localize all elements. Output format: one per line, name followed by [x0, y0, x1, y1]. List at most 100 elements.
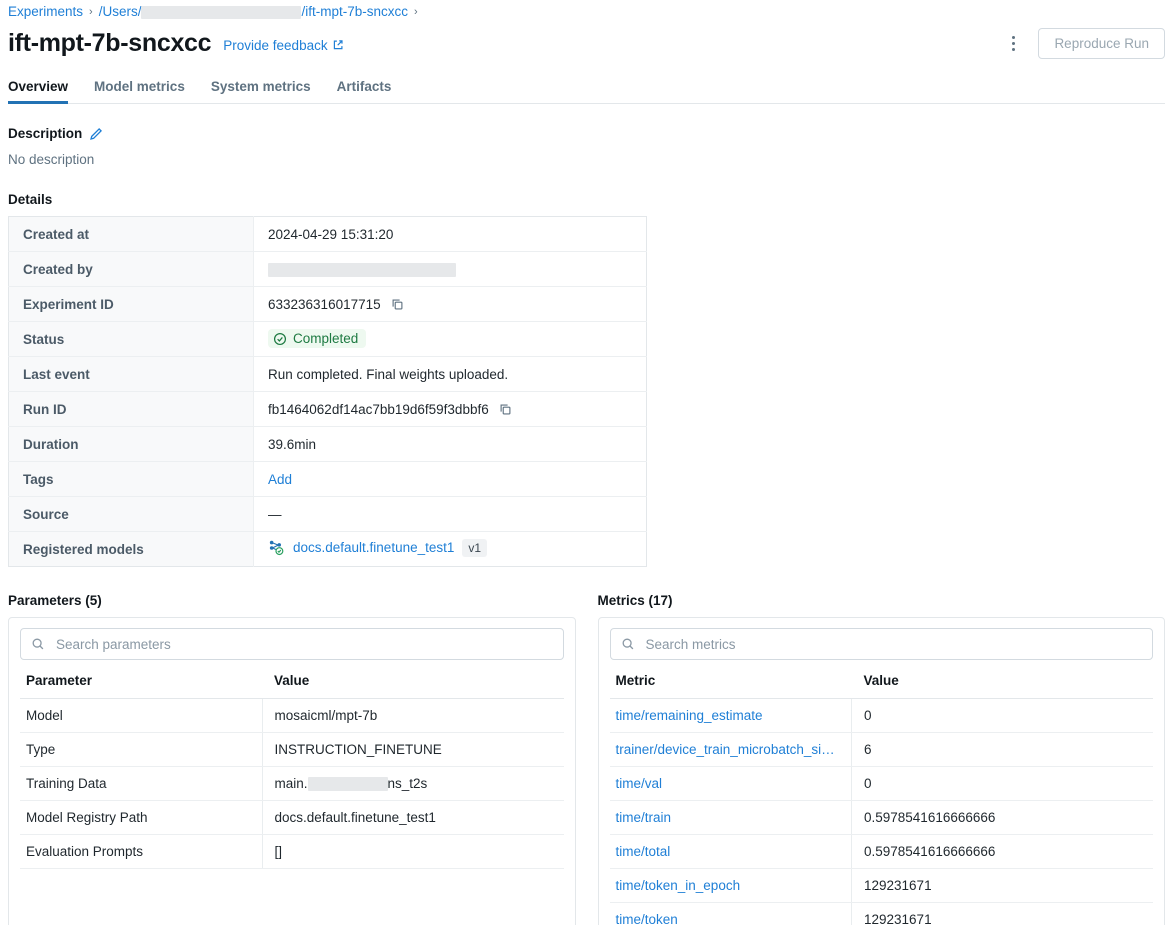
breadcrumb-separator-icon: › [89, 2, 93, 22]
breadcrumb: Experiments › /Users/ /ift-mpt-7b-sncxcc… [8, 0, 1165, 20]
breadcrumb-users-prefix: /Users/ [99, 2, 142, 22]
details-key-status: Status [9, 322, 254, 357]
metric-value: 0.5978541616666666 [852, 801, 1154, 835]
metric-name[interactable]: time/val [616, 776, 663, 791]
metric-value: 129231671 [852, 869, 1154, 903]
parameter-name: Training Data [20, 767, 262, 801]
redacted-user-bar [268, 263, 456, 277]
metrics-header-row: Metric Value [610, 663, 1154, 699]
details-key-duration: Duration [9, 427, 254, 462]
breadcrumb-redacted-user [141, 6, 301, 19]
parameters-table: Parameter Value Model mosaicml/mpt-7b Ty… [20, 663, 564, 869]
details-value-created-by [254, 252, 647, 287]
parameter-name: Model Registry Path [20, 801, 262, 835]
tab-bar: Overview Model metrics System metrics Ar… [8, 74, 1165, 104]
provide-feedback-link[interactable]: Provide feedback [223, 38, 343, 53]
metrics-card: Metric Value time/remaining_estimate 0 t… [598, 617, 1166, 925]
details-value-last-event: Run completed. Final weights uploaded. [254, 357, 647, 392]
model-version-chip: v1 [462, 539, 487, 557]
tab-overview[interactable]: Overview [8, 79, 68, 104]
search-icon [621, 637, 635, 651]
parameter-value: main.ns_t2s [262, 767, 564, 801]
metrics-col-metric: Metric [610, 663, 852, 699]
metric-value: 0 [852, 767, 1154, 801]
details-value-experiment-id: 633236316017715 [254, 287, 647, 322]
table-row: Created at 2024-04-29 15:31:20 [9, 217, 647, 252]
tab-model-metrics[interactable]: Model metrics [94, 79, 185, 104]
metric-name[interactable]: time/total [616, 844, 671, 859]
breadcrumb-path-suffix: /ift-mpt-7b-sncxcc [301, 2, 408, 22]
details-value-duration: 39.6min [254, 427, 647, 462]
metric-name[interactable]: trainer/device_train_microbatch_si… [616, 742, 835, 757]
metric-name[interactable]: time/token [616, 912, 678, 925]
table-row: time/remaining_estimate 0 [610, 699, 1154, 733]
training-data-prefix: main. [275, 776, 308, 791]
parameter-value: docs.default.finetune_test1 [262, 801, 564, 835]
table-row: Status Completed [9, 322, 647, 357]
parameter-value: [] [262, 835, 564, 869]
table-row: Model Registry Path docs.default.finetun… [20, 801, 564, 835]
tab-system-metrics[interactable]: System metrics [211, 79, 311, 104]
metric-name[interactable]: time/token_in_epoch [616, 878, 741, 893]
search-metrics-input[interactable] [644, 636, 1143, 653]
description-heading: Description [8, 126, 82, 141]
metrics-col-value: Value [852, 663, 1154, 699]
metrics-table: Metric Value time/remaining_estimate 0 t… [610, 663, 1154, 925]
table-row: time/total 0.5978541616666666 [610, 835, 1154, 869]
table-row: Run ID fb1464062df14ac7bb19d6f59f3dbbf6 [9, 392, 647, 427]
table-row: Experiment ID 633236316017715 [9, 287, 647, 322]
description-body: No description [8, 152, 1165, 167]
table-row: time/token 129231671 [610, 903, 1154, 925]
breadcrumb-separator-icon-2: › [414, 2, 418, 22]
parameters-card: Parameter Value Model mosaicml/mpt-7b Ty… [8, 617, 576, 925]
details-value-run-id: fb1464062df14ac7bb19d6f59f3dbbf6 [254, 392, 647, 427]
edit-pencil-icon[interactable] [89, 127, 103, 141]
parameter-name: Type [20, 733, 262, 767]
table-row: Last event Run completed. Final weights … [9, 357, 647, 392]
experiment-id-text: 633236316017715 [268, 297, 381, 312]
reproduce-run-button[interactable]: Reproduce Run [1038, 28, 1165, 59]
tab-artifacts[interactable]: Artifacts [337, 79, 392, 104]
metric-name[interactable]: time/train [616, 810, 672, 825]
details-table: Created at 2024-04-29 15:31:20 Created b… [8, 216, 647, 567]
parameters-search-box[interactable] [20, 628, 564, 660]
copy-icon[interactable] [499, 403, 512, 416]
status-label: Completed [293, 331, 358, 346]
details-key-experiment-id: Experiment ID [9, 287, 254, 322]
parameters-header-row: Parameter Value [20, 663, 564, 699]
parameter-name: Evaluation Prompts [20, 835, 262, 869]
table-row: Duration 39.6min [9, 427, 647, 462]
parameters-col-value: Value [262, 663, 564, 699]
copy-icon[interactable] [391, 298, 404, 311]
details-key-created-at: Created at [9, 217, 254, 252]
external-link-icon [332, 39, 344, 51]
details-heading: Details [8, 192, 1165, 207]
breadcrumb-run-path[interactable]: /Users/ /ift-mpt-7b-sncxcc [99, 2, 408, 22]
more-options-icon[interactable] [1002, 30, 1024, 56]
metric-name[interactable]: time/remaining_estimate [616, 708, 763, 723]
parameter-name: Model [20, 699, 262, 733]
table-row: Created by [9, 252, 647, 287]
parameters-panel: Parameters (5) Parameter Value [8, 593, 576, 925]
table-row: time/train 0.5978541616666666 [610, 801, 1154, 835]
table-row: time/val 0 [610, 767, 1154, 801]
title-row: ift-mpt-7b-sncxcc Provide feedback Repro… [8, 26, 1165, 60]
metrics-title: Metrics (17) [598, 593, 1166, 608]
search-parameters-input[interactable] [54, 636, 553, 653]
table-row: time/token_in_epoch 129231671 [610, 869, 1154, 903]
parameters-col-parameter: Parameter [20, 663, 262, 699]
metric-value: 129231671 [852, 903, 1154, 925]
provide-feedback-label: Provide feedback [223, 38, 327, 53]
status-badge: Completed [268, 329, 366, 348]
table-row: Training Data main.ns_t2s [20, 767, 564, 801]
parameter-value: INSTRUCTION_FINETUNE [262, 733, 564, 767]
metrics-search-box[interactable] [610, 628, 1154, 660]
table-row: Tags Add [9, 462, 647, 497]
details-value-status: Completed [254, 322, 647, 357]
registered-model-link[interactable]: docs.default.finetune_test1 [293, 540, 454, 555]
add-tag-link[interactable]: Add [268, 472, 292, 487]
table-row: Registered models do [9, 532, 647, 567]
breadcrumb-experiments[interactable]: Experiments [8, 2, 83, 22]
search-icon [31, 637, 45, 651]
table-row: Type INSTRUCTION_FINETUNE [20, 733, 564, 767]
